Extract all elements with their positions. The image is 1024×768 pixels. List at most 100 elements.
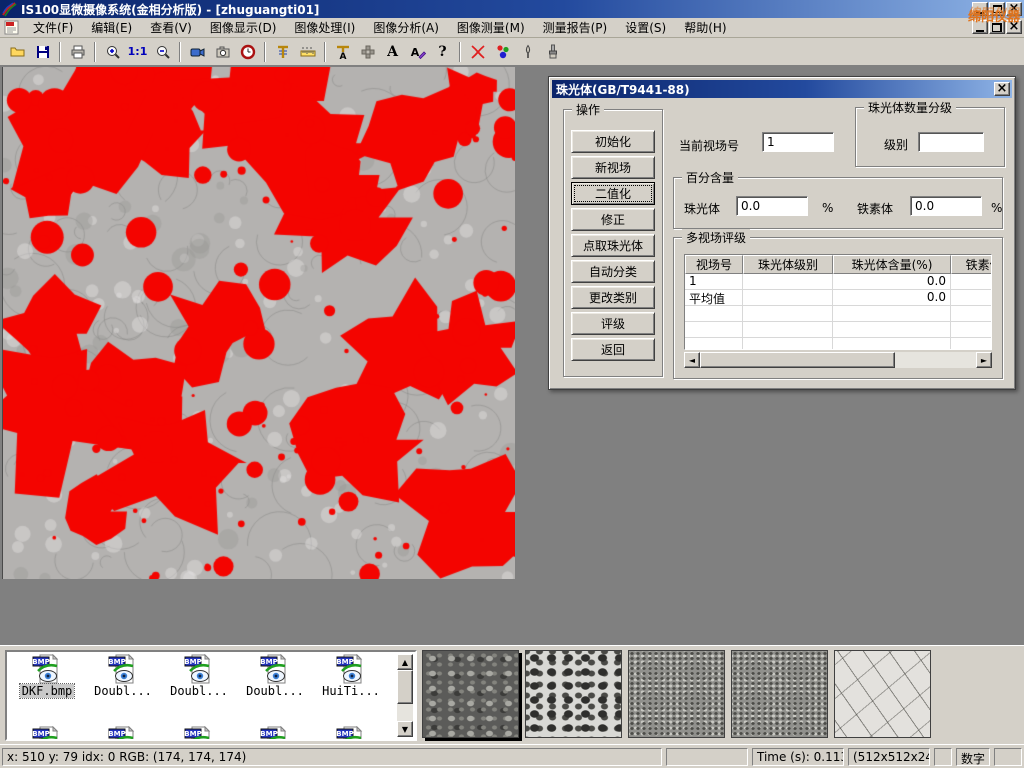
- header-field-no[interactable]: 视场号: [685, 255, 743, 274]
- classify-icon[interactable]: [490, 40, 515, 63]
- cell-ferrite: [951, 274, 992, 290]
- operation-button[interactable]: 自动分类: [571, 260, 655, 283]
- header-pearlite-grade[interactable]: 珠光体级别: [743, 255, 833, 274]
- text-icon[interactable]: A: [380, 40, 405, 63]
- file-item[interactable]: BMP Doubl...: [237, 654, 313, 698]
- file-browser[interactable]: BMP DKF.bmp BMP Doubl... BMP Doubl... BM…: [5, 650, 417, 741]
- level-label: 级别: [884, 136, 908, 153]
- caliper-icon[interactable]: [270, 40, 295, 63]
- print-icon[interactable]: [65, 40, 90, 63]
- scrollbar-thumb[interactable]: [397, 670, 413, 704]
- table-row[interactable]: 1 0.0: [685, 274, 991, 290]
- open-icon[interactable]: [5, 40, 30, 63]
- zoom-actual-icon[interactable]: 1:1: [125, 40, 150, 63]
- file-item[interactable]: BMP Doubl...: [161, 654, 237, 698]
- menu-item[interactable]: 设置(S): [616, 17, 675, 38]
- operation-button[interactable]: 二值化: [571, 182, 655, 205]
- header-ferrite-content[interactable]: 铁素体含量(%): [951, 255, 992, 274]
- timer-icon[interactable]: [235, 40, 260, 63]
- bmp-file-icon: BMP: [184, 654, 214, 684]
- ferrite-label: 铁素体: [857, 200, 893, 217]
- measure-text-icon[interactable]: A: [330, 40, 355, 63]
- operation-button[interactable]: 新视场: [571, 156, 655, 179]
- help-icon[interactable]: ?: [430, 40, 455, 63]
- file-item[interactable]: BMP: [313, 726, 389, 741]
- close-button[interactable]: [1006, 2, 1022, 16]
- window-title: IS100显微摄像系统(金相分析版) - [zhuguangti01]: [21, 1, 319, 18]
- thumbnail-5[interactable]: [834, 650, 931, 738]
- ferrite-percent-input[interactable]: 0.0: [910, 196, 982, 216]
- multi-field-group: 多视场评级 视场号 珠光体级别 珠光体含量(%) 铁素体含量(%) 1 0.0 …: [673, 237, 1003, 379]
- snapshot-icon[interactable]: [210, 40, 235, 63]
- scroll-down-icon[interactable]: ▼: [397, 721, 413, 737]
- grid-cross-icon[interactable]: [355, 40, 380, 63]
- thumbnail-4[interactable]: [731, 650, 828, 738]
- toolbar-separator: [94, 42, 96, 62]
- file-item[interactable]: BMP HuiTi...: [313, 654, 389, 698]
- status-empty-panel: [666, 748, 748, 766]
- minimize-button[interactable]: [972, 2, 988, 16]
- menu-item[interactable]: 文件(F): [24, 17, 82, 38]
- save-icon[interactable]: [30, 40, 55, 63]
- ruler-icon[interactable]: [295, 40, 320, 63]
- dialog-title: 珠光体(GB/T9441-88): [556, 81, 690, 98]
- file-item[interactable]: BMP: [161, 726, 237, 741]
- menu-item[interactable]: 帮助(H): [675, 17, 735, 38]
- table-row[interactable]: 平均值 0.0: [685, 290, 991, 306]
- menu-item[interactable]: 测量报告(P): [534, 17, 617, 38]
- brush-icon[interactable]: [540, 40, 565, 63]
- zoom-in-icon[interactable]: [100, 40, 125, 63]
- file-item[interactable]: BMP: [85, 726, 161, 741]
- operation-button[interactable]: 点取珠光体: [571, 234, 655, 257]
- pearlite-label: 珠光体: [684, 200, 720, 217]
- menu-item[interactable]: 图像测量(M): [448, 17, 534, 38]
- file-item[interactable]: BMP Doubl...: [85, 654, 161, 698]
- cell-field-no: 1: [685, 274, 743, 290]
- annotate-icon[interactable]: A: [405, 40, 430, 63]
- rating-table[interactable]: 视场号 珠光体级别 珠光体含量(%) 铁素体含量(%) 1 0.0 平均值 0.…: [684, 254, 992, 350]
- maximize-button[interactable]: [989, 2, 1005, 16]
- operation-button[interactable]: 更改类别: [571, 286, 655, 309]
- status-cursor-info: x: 510 y: 79 idx: 0 RGB: (174, 174, 174): [2, 748, 662, 766]
- status-empty-panel: [934, 748, 952, 766]
- file-vertical-scrollbar[interactable]: ▲ ▼: [397, 654, 413, 737]
- menu-item[interactable]: 图像分析(A): [364, 17, 448, 38]
- dialog-close-icon[interactable]: [994, 82, 1010, 96]
- mdi-close-button[interactable]: [1006, 20, 1022, 34]
- scroll-right-icon[interactable]: ►: [976, 352, 992, 368]
- file-item[interactable]: BMP: [9, 726, 85, 741]
- scroll-left-icon[interactable]: ◄: [684, 352, 700, 368]
- menu-item[interactable]: 编辑(E): [82, 17, 141, 38]
- pearlite-percent-input[interactable]: 0.0: [736, 196, 808, 216]
- file-item[interactable]: BMP DKF.bmp: [9, 654, 85, 698]
- zoom-out-icon[interactable]: [150, 40, 175, 63]
- operation-button[interactable]: 初始化: [571, 130, 655, 153]
- scroll-up-icon[interactable]: ▲: [397, 654, 413, 670]
- menu-item[interactable]: 图像显示(D): [201, 17, 286, 38]
- video-capture-icon[interactable]: [185, 40, 210, 63]
- menu-item[interactable]: 查看(V): [141, 17, 201, 38]
- menu-item[interactable]: 图像处理(I): [285, 17, 364, 38]
- micrograph-image[interactable]: [2, 67, 515, 579]
- scrollbar-track: [895, 352, 976, 368]
- file-item[interactable]: BMP: [237, 726, 313, 741]
- operation-button[interactable]: 修正: [571, 208, 655, 231]
- dialog-title-bar[interactable]: 珠光体(GB/T9441-88): [552, 80, 1012, 98]
- curve-cut-icon[interactable]: [465, 40, 490, 63]
- svg-text:A: A: [339, 52, 346, 60]
- pick-pen-icon[interactable]: [515, 40, 540, 63]
- mdi-restore-button[interactable]: [989, 20, 1005, 34]
- table-horizontal-scrollbar[interactable]: ◄ ►: [684, 352, 992, 368]
- scrollbar-thumb[interactable]: [700, 352, 895, 368]
- operation-button[interactable]: 返回: [571, 338, 655, 361]
- cell-ferrite: [951, 290, 992, 306]
- thumbnail-3[interactable]: [628, 650, 725, 738]
- thumbnail-2[interactable]: [525, 650, 622, 738]
- thumbnail-1[interactable]: [422, 650, 519, 738]
- mdi-minimize-button[interactable]: [972, 20, 988, 34]
- header-pearlite-content[interactable]: 珠光体含量(%): [833, 255, 951, 274]
- current-field-input[interactable]: 1: [762, 132, 834, 152]
- operation-button[interactable]: 评级: [571, 312, 655, 335]
- percent-group-label: 百分含量: [682, 169, 738, 186]
- level-input[interactable]: [918, 132, 984, 152]
